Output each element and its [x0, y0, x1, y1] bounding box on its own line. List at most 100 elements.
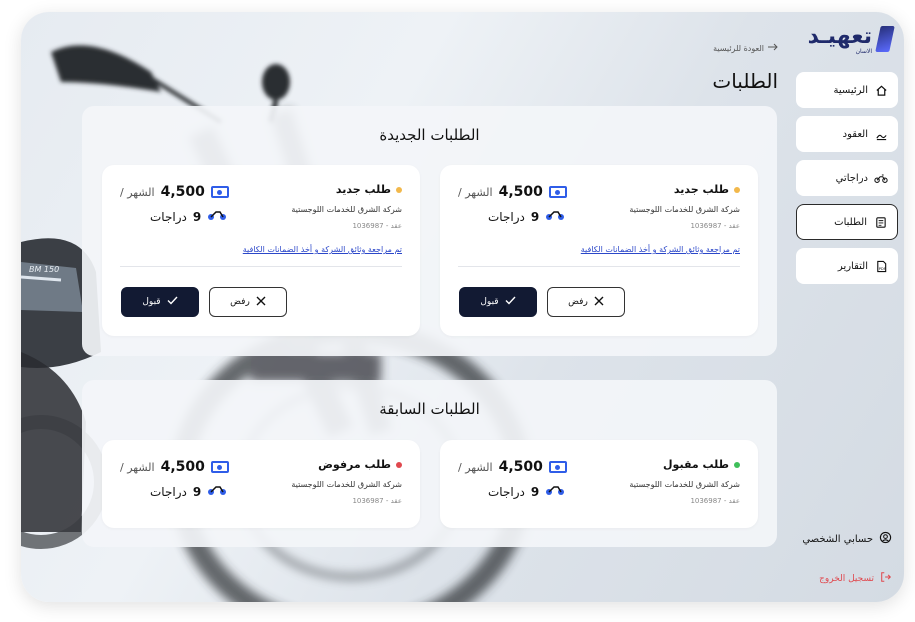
motorcycle-icon — [874, 171, 888, 185]
user-circle-icon — [879, 531, 892, 547]
bikes-label: دراجات — [488, 484, 525, 499]
accept-label: قبول — [480, 297, 499, 307]
status-text: طلب مقبول — [663, 458, 729, 471]
contract-icon — [874, 127, 888, 141]
home-icon — [874, 83, 888, 97]
sidebar-item-label: دراجاتي — [835, 172, 868, 184]
bikes-count: دراجات 9 — [150, 484, 227, 499]
status-dot — [396, 461, 402, 468]
back-label: العودة للرئيسية — [713, 43, 764, 53]
cash-icon — [210, 186, 229, 198]
requests-icon — [873, 215, 887, 229]
reject-button[interactable]: رفض — [209, 287, 287, 317]
bikes-number: 9 — [530, 484, 540, 499]
motorcycle-icon — [545, 484, 565, 499]
status-text: طلب مرفوض — [318, 458, 391, 471]
request-card: طلب جديد شركة الشرق للخدمات اللوجستية عق… — [102, 165, 420, 336]
bikes-number: 9 — [192, 484, 202, 499]
accept-label: قبول — [142, 297, 161, 307]
logout-link[interactable]: تسجيل الخروج — [819, 571, 892, 586]
logout-icon — [880, 571, 892, 586]
request-card: طلب مقبول شركة الشرق للخدمات اللوجستية ع… — [440, 440, 758, 528]
contract-number: عقد - 1036987 — [690, 497, 740, 505]
sidebar-item-reports[interactable]: التقارير PDF — [796, 248, 898, 284]
sidebar-nav: الرئيسية العقود دراجاتي الطلبات التقارير — [796, 72, 898, 292]
request-status: طلب مقبول — [663, 458, 740, 471]
company-name: شركة الشرق للخدمات اللوجستية — [629, 205, 740, 214]
svg-text:PDF: PDF — [878, 266, 885, 270]
accept-button[interactable]: قبول — [459, 287, 537, 317]
brand-text: تعهيـد الاسان — [807, 24, 872, 56]
request-status: طلب جديد — [336, 183, 402, 196]
sidebar-item-home[interactable]: الرئيسية — [796, 72, 898, 108]
sidebar-item-requests[interactable]: الطلبات — [796, 204, 898, 240]
sidebar-item-label: العقود — [842, 128, 868, 140]
price-unit: / الشهر — [120, 185, 155, 199]
reject-label: رفض — [568, 297, 588, 307]
brand-name: تعهيـد — [807, 24, 872, 49]
back-to-home-link[interactable]: العودة للرئيسية — [713, 43, 778, 53]
previous-requests-section: الطلبات السابقة طلب مقبول شركة الشرق للخ… — [82, 380, 777, 547]
section-title: الطلبات الجديدة — [379, 126, 480, 144]
motorcycle-icon — [207, 484, 227, 499]
contract-number: عقد - 1036987 — [352, 497, 402, 505]
contract-number: عقد - 1036987 — [352, 222, 402, 230]
check-icon — [505, 296, 516, 308]
cash-icon — [548, 186, 567, 198]
request-status: طلب مرفوض — [318, 458, 402, 471]
profile-link[interactable]: حسابي الشخصي — [802, 531, 892, 547]
price-value: 4,500 — [498, 459, 543, 475]
bikes-label: دراجات — [150, 209, 187, 224]
status-text: طلب جديد — [335, 183, 391, 196]
price-value: 4,500 — [498, 184, 543, 200]
logout-label: تسجيل الخروج — [819, 573, 874, 584]
check-icon — [167, 296, 178, 308]
status-text: طلب جديد — [673, 183, 729, 196]
divider — [458, 266, 740, 267]
documents-reviewed-link[interactable]: تم مراجعة وثائق الشركة و أخذ الضمانات ال… — [243, 245, 402, 254]
section-title: الطلبات السابقة — [379, 400, 480, 418]
sidebar-item-bikes[interactable]: دراجاتي — [796, 160, 898, 196]
app-window: BM 150 تعهيـد الاسان الرئيسية العقود درا… — [21, 12, 904, 602]
monthly-price: / الشهر 4,500 — [458, 459, 567, 475]
bikes-number: 9 — [530, 209, 540, 224]
company-name: شركة الشرق للخدمات اللوجستية — [291, 205, 402, 214]
documents-reviewed-link[interactable]: تم مراجعة وثائق الشركة و أخذ الضمانات ال… — [581, 245, 740, 254]
pdf-report-icon: PDF — [874, 259, 888, 273]
sidebar-item-contracts[interactable]: العقود — [796, 116, 898, 152]
monthly-price: / الشهر 4,500 — [120, 459, 229, 475]
monthly-price: / الشهر 4,500 — [458, 184, 567, 200]
company-name: شركة الشرق للخدمات اللوجستية — [629, 480, 740, 489]
request-card: طلب مرفوض شركة الشرق للخدمات اللوجستية ع… — [102, 440, 420, 528]
bikes-count: دراجات 9 — [488, 484, 565, 499]
price-unit: / الشهر — [458, 185, 493, 199]
sidebar-item-label: التقارير — [837, 260, 868, 272]
price-value: 4,500 — [160, 459, 205, 475]
close-icon — [256, 296, 266, 309]
profile-label: حسابي الشخصي — [802, 533, 873, 545]
close-icon — [594, 296, 604, 309]
arrow-right-icon — [768, 43, 778, 53]
motorcycle-icon — [545, 209, 565, 224]
divider — [120, 266, 402, 267]
price-unit: / الشهر — [120, 460, 155, 474]
sidebar-item-label: الرئيسية — [833, 84, 868, 96]
price-value: 4,500 — [160, 184, 205, 200]
status-dot — [734, 461, 740, 468]
brand-mark-icon — [875, 26, 895, 52]
status-dot — [396, 186, 402, 193]
bikes-number: 9 — [192, 209, 202, 224]
cash-icon — [210, 461, 229, 473]
request-card: طلب جديد شركة الشرق للخدمات اللوجستية عق… — [440, 165, 758, 336]
reject-button[interactable]: رفض — [547, 287, 625, 317]
cash-icon — [548, 461, 567, 473]
company-name: شركة الشرق للخدمات اللوجستية — [291, 480, 402, 489]
accept-button[interactable]: قبول — [121, 287, 199, 317]
page-title: الطلبات — [712, 69, 778, 93]
motorcycle-icon — [207, 209, 227, 224]
brand-logo[interactable]: تعهيـد الاسان — [807, 24, 895, 56]
contract-number: عقد - 1036987 — [690, 222, 740, 230]
price-unit: / الشهر — [458, 460, 493, 474]
status-dot — [734, 186, 740, 193]
request-status: طلب جديد — [674, 183, 740, 196]
